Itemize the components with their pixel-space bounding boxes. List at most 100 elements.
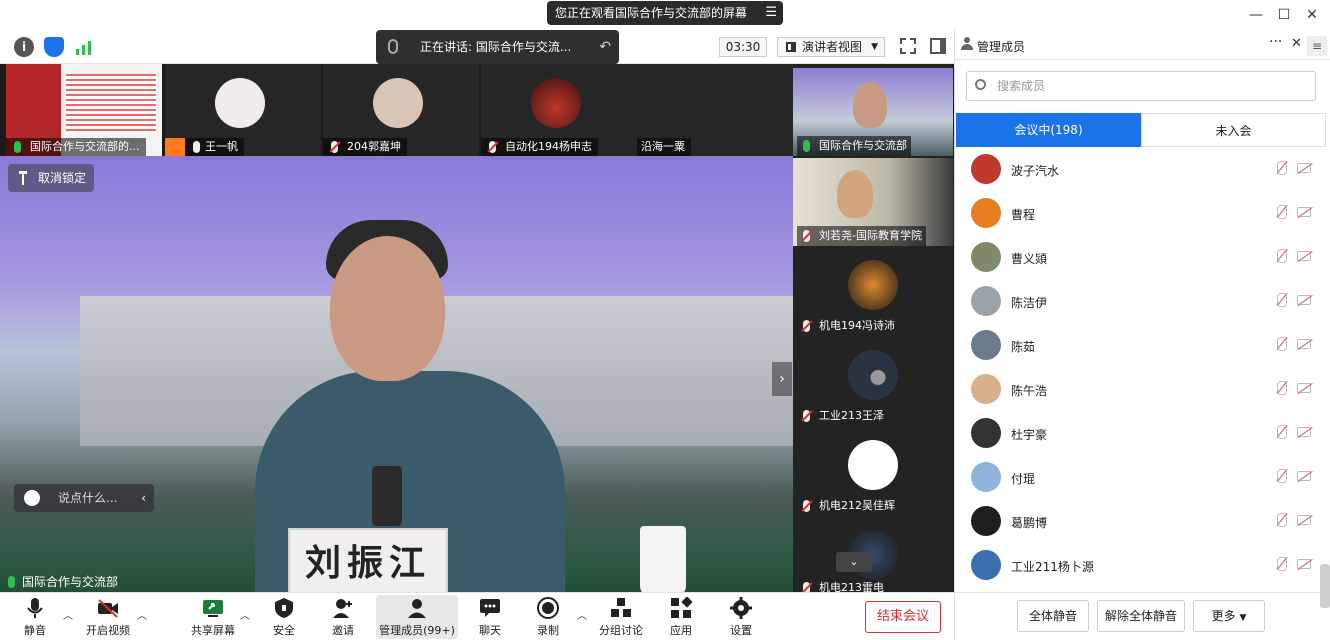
muted-mic-icon[interactable] (1277, 557, 1287, 571)
chevron-up-icon[interactable]: ︿ (577, 607, 587, 622)
member-name: 曹程 (1011, 208, 1036, 222)
member-row[interactable]: 付琨 (955, 456, 1325, 500)
camera-off-icon[interactable] (1297, 251, 1311, 261)
menu-icon[interactable]: ☰ (765, 1, 777, 25)
maximize-button[interactable]: ☐ (1272, 4, 1296, 26)
member-tabs: 会议中(198) 未入会 (956, 113, 1326, 147)
scroll-down-button[interactable]: ⌄ (836, 552, 872, 572)
muted-mic-icon[interactable] (1277, 469, 1287, 483)
muted-mic-icon[interactable] (1277, 293, 1287, 307)
camera-off-icon[interactable] (1297, 515, 1311, 525)
tile-name: 王一帆 (205, 140, 238, 153)
quick-chat-input[interactable]: 说点什么... ‹ (14, 484, 154, 512)
tab-not-joined[interactable]: 未入会 (1141, 113, 1326, 147)
video-tile[interactable]: 工业213王泽 (793, 338, 953, 426)
shield-icon[interactable] (44, 37, 64, 57)
chevron-left-icon[interactable]: ‹ (141, 484, 146, 512)
camera-off-icon[interactable] (1297, 427, 1311, 437)
active-speaker-indicator: 正在讲话: 国际合作与交流... ↶ (376, 30, 619, 64)
member-row[interactable]: 陈洁伊 (955, 280, 1325, 324)
manage-members-button[interactable]: 管理成员(99+) (376, 595, 458, 639)
main-speaker-video[interactable]: 刘振江 取消锁定 › 说点什么... ‹ 国际合作与交流部 (0, 156, 793, 592)
tile-name: 204郭嘉坤 (347, 140, 401, 153)
member-name: 陈午浩 (1011, 384, 1048, 398)
breakout-rooms-button[interactable]: 分组讨论 (597, 595, 645, 639)
apps-button[interactable]: 应用 (663, 595, 699, 639)
video-tile[interactable]: 204郭嘉坤 (323, 64, 479, 156)
close-panel-icon[interactable]: ✕ (1291, 36, 1302, 51)
muted-mic-icon[interactable] (1277, 249, 1287, 263)
chat-button[interactable]: 聊天 (472, 595, 508, 639)
video-tile[interactable]: 机电213雷电 (793, 518, 953, 592)
undo-arrow-icon[interactable]: ↶ (599, 30, 611, 64)
invite-button[interactable]: 邀请 (325, 595, 361, 639)
close-button[interactable]: ✕ (1300, 4, 1324, 26)
mute-all-button[interactable]: 全体静音 (1017, 600, 1089, 632)
video-tile[interactable]: 机电194冯诗沛 (793, 248, 953, 336)
video-tile[interactable]: 自动化194杨申志 (481, 64, 637, 156)
camera-off-icon[interactable] (1297, 339, 1311, 349)
tile-name: 机电212吴佳辉 (819, 499, 895, 512)
more-options-icon[interactable]: ··· (1269, 34, 1282, 50)
unpin-button[interactable]: 取消锁定 (8, 164, 94, 192)
emoji-icon[interactable] (24, 490, 40, 506)
chevron-up-icon[interactable]: ︿ (137, 607, 147, 622)
camera-off-icon[interactable] (1297, 295, 1311, 305)
signal-icon[interactable] (74, 37, 94, 57)
minimize-button[interactable]: — (1244, 4, 1268, 26)
title-bar: 您正在观看国际合作与交流部的屏幕 ☰ — ☐ ✕ (0, 0, 1330, 30)
video-tile[interactable]: 王一帆 (165, 64, 321, 156)
video-tile[interactable]: 国际合作与交流部 (793, 68, 953, 156)
muted-mic-icon[interactable] (1277, 513, 1287, 527)
video-tile[interactable]: 沿海一粟 (637, 64, 793, 156)
video-tile[interactable]: 刘若尧-国际教育学院 (793, 158, 953, 246)
fullscreen-icon[interactable] (900, 38, 916, 54)
view-mode-dropdown[interactable]: 演讲者视图 ▼ (777, 37, 885, 57)
avatar (848, 260, 898, 310)
muted-mic-icon[interactable] (1277, 337, 1287, 351)
member-row[interactable]: 曹程 (955, 192, 1325, 236)
member-row[interactable]: 陈茹 (955, 324, 1325, 368)
end-meeting-button[interactable]: 结束会议 (865, 601, 941, 633)
muted-mic-icon[interactable] (1277, 161, 1287, 175)
muted-mic-icon[interactable] (1277, 381, 1287, 395)
camera-off-icon[interactable] (1297, 383, 1311, 393)
camera-off-icon[interactable] (1297, 163, 1311, 173)
muted-mic-icon[interactable] (1277, 205, 1287, 219)
chevron-up-icon[interactable]: ︿ (240, 607, 250, 622)
speaker-head (330, 236, 445, 381)
member-row[interactable]: 波子汽水 (955, 148, 1325, 192)
teacup (640, 526, 686, 592)
mute-button[interactable]: 静音 (14, 595, 56, 639)
next-page-button[interactable]: › (772, 362, 792, 396)
member-row[interactable]: 陈午浩 (955, 368, 1325, 412)
camera-off-icon[interactable] (1297, 207, 1311, 217)
member-row[interactable]: 工业211杨卜源 (955, 544, 1325, 588)
member-row[interactable]: 杜宇豪 (955, 412, 1325, 456)
sidebar-toggle-icon[interactable] (930, 38, 946, 54)
share-screen-button[interactable]: 共享屏幕 (186, 595, 240, 639)
video-tile[interactable]: 机电212吴佳辉 (793, 428, 953, 516)
start-video-button[interactable]: 开启视频 (80, 595, 136, 639)
member-row[interactable]: 葛鹏博 (955, 500, 1325, 544)
muted-mic-icon[interactable] (1277, 425, 1287, 439)
avatar (373, 78, 423, 128)
chevron-up-icon[interactable]: ︿ (63, 607, 73, 622)
video-tile[interactable]: 国际合作与交流部的... (6, 64, 162, 156)
member-search-input[interactable]: 搜索成员 (966, 71, 1316, 101)
panel-scrollbar[interactable] (1320, 564, 1330, 608)
security-button[interactable]: 安全 (266, 595, 302, 639)
settings-button[interactable]: 设置 (723, 595, 759, 639)
screen-share-banner[interactable]: 您正在观看国际合作与交流部的屏幕 ☰ (547, 1, 783, 25)
info-icon[interactable]: i (14, 37, 34, 57)
member-row[interactable]: 曹义熲 (955, 236, 1325, 280)
tile-label: 刘若尧-国际教育学院 (797, 226, 926, 246)
camera-off-icon[interactable] (1297, 559, 1311, 569)
more-button[interactable]: 更多 ▼ (1193, 600, 1265, 632)
tab-in-meeting[interactable]: 会议中(198) (956, 113, 1141, 147)
record-button[interactable]: 录制 (530, 595, 566, 639)
camera-off-icon[interactable] (1297, 471, 1311, 481)
panel-menu-icon[interactable]: ≡ (1307, 36, 1327, 56)
avatar (971, 462, 1001, 492)
unmute-all-button[interactable]: 解除全体静音 (1097, 600, 1185, 632)
